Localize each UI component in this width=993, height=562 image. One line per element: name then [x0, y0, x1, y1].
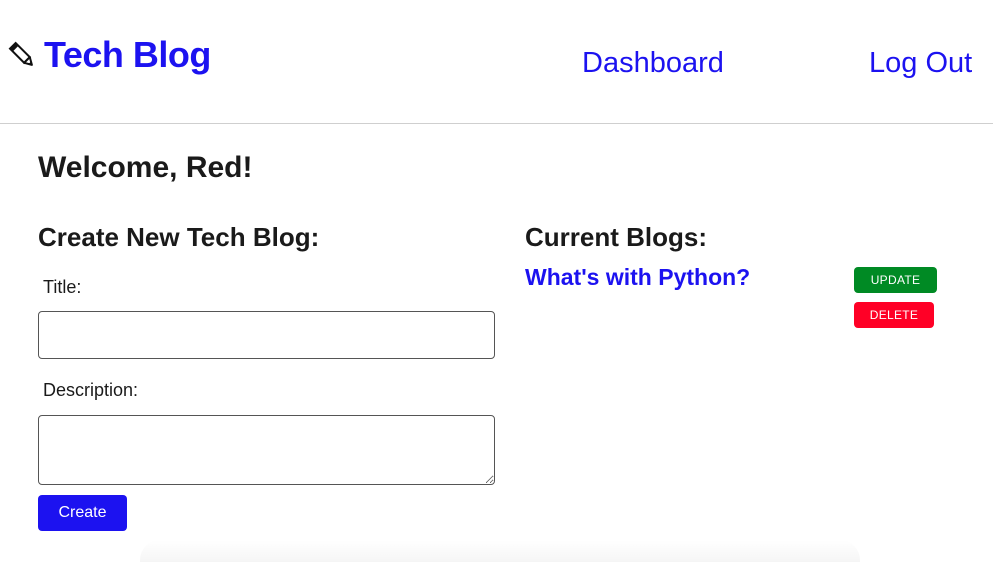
- footer-shadow: [140, 540, 860, 562]
- site-header: Tech Blog Dashboard Log Out: [0, 0, 993, 124]
- brand-title: Tech Blog: [44, 34, 211, 75]
- update-button[interactable]: UPDATE: [854, 267, 937, 293]
- nav-logout-link[interactable]: Log Out: [869, 47, 972, 80]
- create-button[interactable]: Create: [38, 495, 127, 531]
- description-label: Description:: [43, 380, 139, 400]
- description-input[interactable]: [38, 415, 495, 485]
- title-label: Title:: [43, 277, 82, 297]
- delete-button[interactable]: DELETE: [854, 302, 934, 328]
- create-blog-heading: Create New Tech Blog:: [38, 222, 320, 252]
- brand-link[interactable]: Tech Blog: [8, 34, 211, 76]
- welcome-heading: Welcome, Red!: [38, 151, 253, 184]
- pencil-icon: [8, 40, 36, 70]
- blog-post-link[interactable]: What's with Python?: [525, 264, 750, 291]
- current-blogs-heading: Current Blogs:: [525, 222, 707, 252]
- title-input[interactable]: [38, 311, 495, 359]
- nav-dashboard-link[interactable]: Dashboard: [582, 47, 724, 80]
